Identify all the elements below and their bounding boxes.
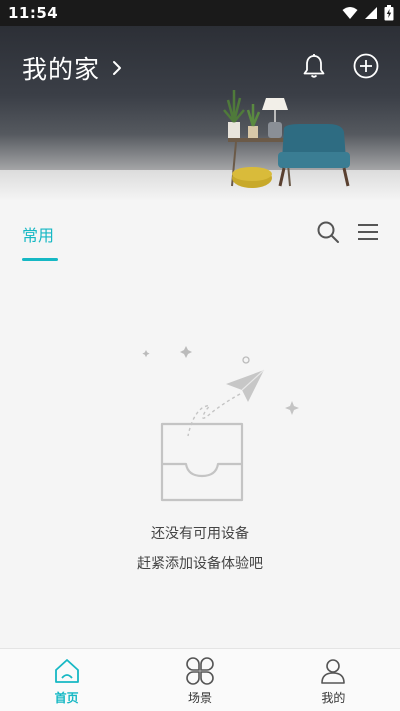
bottom-navigation: 首页 场景 我的 <box>0 648 400 711</box>
nav-item-scene[interactable]: 场景 <box>133 649 266 711</box>
menu-icon <box>358 224 378 240</box>
battery-charging-icon <box>384 5 394 21</box>
header-actions <box>300 52 380 80</box>
bell-icon <box>303 54 325 78</box>
home-header: 我的家 <box>0 26 400 200</box>
tab-common[interactable]: 常用 <box>22 222 54 246</box>
search-button[interactable] <box>316 220 340 244</box>
tab-underline <box>22 258 58 261</box>
nav-label-profile: 我的 <box>321 691 346 705</box>
notification-button[interactable] <box>300 52 328 80</box>
main-content: 常用 还没有可用设备 赶紧添加设备体验吧 <box>0 200 400 648</box>
home-icon <box>54 659 79 683</box>
search-icon <box>317 221 339 243</box>
nav-item-profile[interactable]: 我的 <box>267 649 400 711</box>
status-time: 11:54 <box>8 4 59 22</box>
empty-box-icon <box>142 346 299 502</box>
empty-message-secondary: 赶紧添加设备体验吧 <box>137 556 263 572</box>
scene-icon <box>186 657 214 685</box>
status-icons <box>342 4 394 22</box>
living-room-illustration <box>223 90 350 188</box>
tabs-row: 常用 <box>0 200 400 262</box>
wifi-icon <box>342 7 358 19</box>
profile-icon <box>321 659 346 684</box>
nav-item-home[interactable]: 首页 <box>0 649 133 711</box>
nav-label-home: 首页 <box>54 691 79 705</box>
empty-message-primary: 还没有可用设备 <box>151 526 249 542</box>
signal-icon <box>365 7 377 19</box>
home-selector[interactable]: 我的家 <box>22 50 122 86</box>
home-title: 我的家 <box>22 55 101 84</box>
nav-label-scene: 场景 <box>187 691 212 705</box>
chevron-right-icon <box>113 61 122 75</box>
add-circle-icon <box>353 53 379 79</box>
add-button[interactable] <box>352 52 380 80</box>
menu-button[interactable] <box>356 220 380 244</box>
status-bar: 11:54 <box>0 0 400 26</box>
